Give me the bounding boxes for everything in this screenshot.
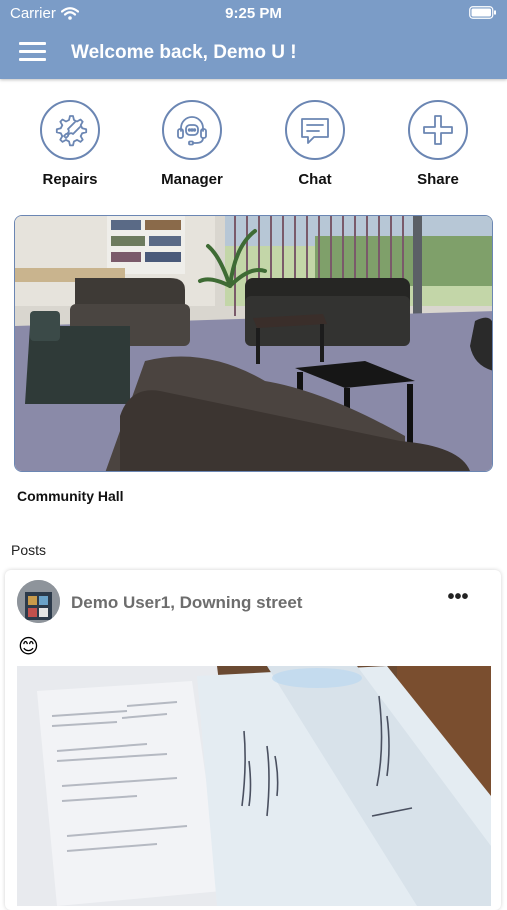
wrench-gear-icon	[55, 115, 88, 147]
post-card: Demo User1, Downing street ••• 😊	[5, 570, 501, 910]
plus-icon	[423, 115, 453, 145]
headset-icon	[177, 116, 207, 146]
repairs-button[interactable]: Repairs	[20, 100, 120, 188]
chat-label: Chat	[298, 171, 332, 188]
chat-button[interactable]: Chat	[265, 100, 365, 188]
more-options-icon[interactable]: •••	[443, 587, 473, 612]
quick-actions: Repairs Manager Chat Share	[0, 100, 507, 200]
post-text: 😊	[18, 636, 39, 658]
posts-heading: Posts	[11, 542, 47, 558]
community-hall-card[interactable]	[14, 215, 493, 472]
post-author[interactable]: Demo User1, Downing street	[71, 593, 302, 613]
manager-button[interactable]: Manager	[142, 100, 242, 188]
avatar[interactable]	[17, 580, 60, 623]
post-image[interactable]	[17, 666, 491, 906]
page-title: Welcome back, Demo U !	[71, 42, 297, 63]
featured-caption: Community Hall	[17, 488, 124, 504]
navigation-row: Welcome back, Demo U !	[0, 30, 507, 76]
avatar-photo	[17, 580, 60, 623]
status-time: 9:25 PM	[225, 5, 282, 22]
status-bar: Carrier 9:25 PM	[0, 0, 507, 28]
share-button[interactable]: Share	[388, 100, 488, 188]
top-bar: Carrier 9:25 PM Welcome back, Demo U !	[0, 0, 507, 79]
community-hall-photo	[15, 216, 492, 471]
repairs-label: Repairs	[42, 171, 98, 188]
post-photo	[17, 666, 491, 906]
battery-icon	[469, 6, 497, 23]
menu-icon[interactable]	[19, 42, 46, 62]
manager-label: Manager	[161, 171, 223, 188]
chat-bubble-icon	[301, 118, 329, 144]
share-label: Share	[417, 171, 459, 188]
